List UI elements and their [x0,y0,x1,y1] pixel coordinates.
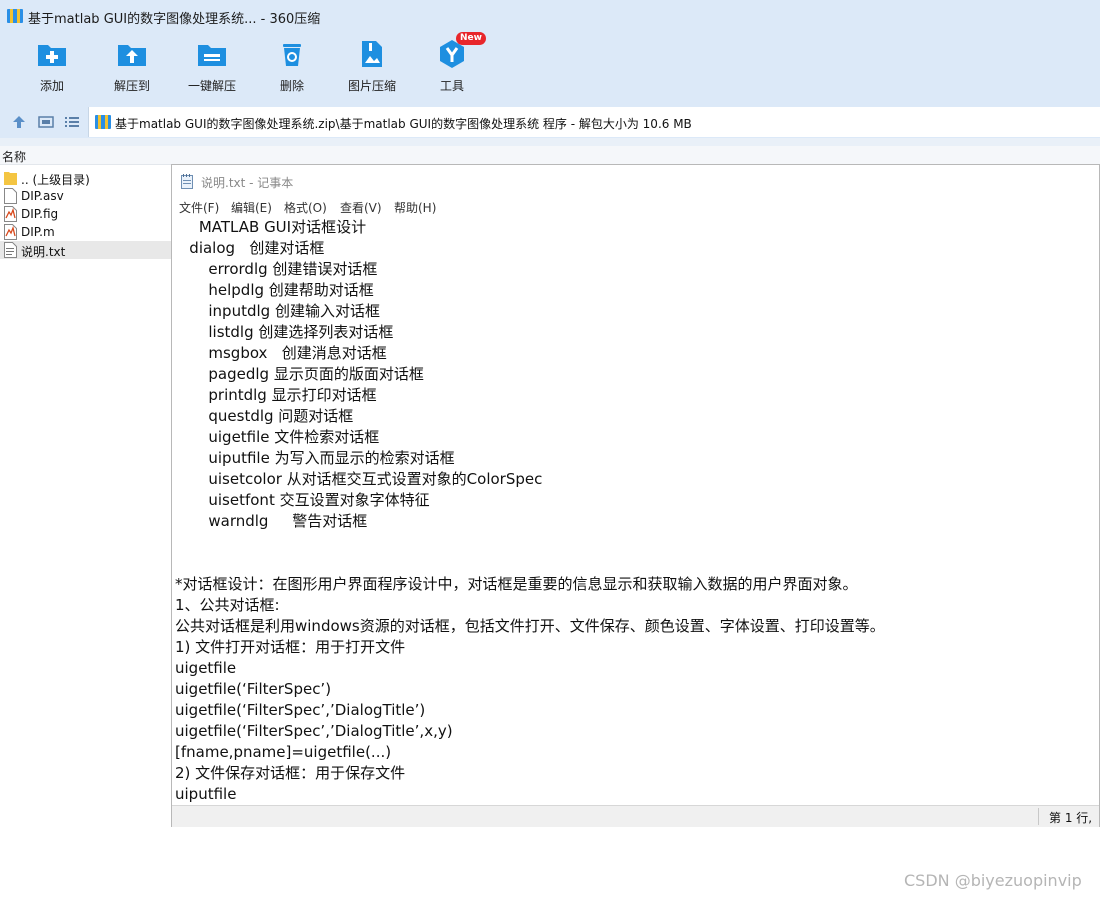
column-header[interactable]: 名称 [0,146,1100,165]
thumbnail-view-icon[interactable] [38,114,54,130]
text-line: inputdlg 创建输入对话框 [175,302,380,320]
file-name: DIP.m [21,225,55,239]
folder-icon [4,172,17,185]
column-name-label: 名称 [2,150,27,164]
delete-button[interactable]: 删除 [252,34,332,104]
watermark: CSDN @biyezuopinvip [904,871,1082,890]
menu-edit[interactable]: 编辑(E) [231,199,272,216]
archive-icon [7,9,23,23]
add-label: 添加 [39,79,64,93]
text-line: *对话框设计：在图形用户界面程序设计中，对话框是重要的信息显示和获取输入数据的用… [175,575,858,593]
window-title: 基于matlab GUI的数字图像处理系统... - 360压缩 [28,12,321,27]
status-separator [1038,808,1039,825]
text-line: helpdlg 创建帮助对话框 [175,281,374,299]
title-bar: 基于matlab GUI的数字图像处理系统... - 360压缩 [0,0,1100,34]
text-line: listdlg 创建选择列表对话框 [175,323,394,341]
menu-bar: 文件(F) 编辑(E) 格式(O) 查看(V) 帮助(H) [172,197,1099,217]
text-line: uigetfile(‘FilterSpec’,’DialogTitle’,x,y… [175,722,453,740]
list-item[interactable]: DIP.m [0,223,172,241]
file-name: DIP.asv [21,189,64,203]
notepad-icon [181,174,193,189]
file-name: DIP.fig [21,207,59,221]
extract-to-icon [118,45,146,66]
text-line: uisetfont 交互设置对象字体特征 [175,491,430,509]
notepad-title: 说明.txt - 记事本 [201,176,294,190]
text-line: questdlg 问题对话框 [175,407,354,425]
text-line: uigetfile [175,659,237,677]
text-editor[interactable]: MATLAB GUI对话框设计 dialog 创建对话框 errordlg 创建… [175,217,1095,804]
notepad-window: 说明.txt - 记事本 文件(F) 编辑(E) 格式(O) 查看(V) 帮助(… [171,164,1100,827]
tools-label: 工具 [439,79,464,93]
menu-file[interactable]: 文件(F) [179,199,219,216]
image-compress-icon [362,41,382,67]
text-line: printdlg 显示打印对话框 [175,386,377,404]
notepad-title-bar[interactable]: 说明.txt - 记事本 [172,165,1099,197]
text-line: uigetfile 文件检索对话框 [175,428,380,446]
one-click-extract-button[interactable]: 一键解压 [172,34,252,104]
file-list: .. (上级目录) DIP.asv DIP.fig DIP.m 说明.txt [0,169,172,259]
text-line: uigetfile(‘FilterSpec’,’DialogTitle’) [175,701,426,719]
text-line: uiputfile 为写入而显示的检索对话框 [175,449,455,467]
text-line: 1) 文件打开对话框：用于打开文件 [175,638,406,656]
add-button[interactable]: 添加 [12,34,92,104]
matlab-file-icon [4,224,17,240]
extract-to-label: 解压到 [113,79,150,93]
path-field[interactable]: 基于matlab GUI的数字图像处理系统.zip\基于matlab GUI的数… [88,107,1100,137]
text-line: 2) 文件保存对话框：用于保存文件 [175,764,406,782]
menu-help[interactable]: 帮助(H) [394,199,436,216]
one-click-extract-icon [198,45,226,66]
text-line: [fname,pname]=uigetfile(...) [175,743,392,761]
file-icon [4,188,17,204]
add-folder-icon [38,45,66,66]
list-item-selected[interactable]: 说明.txt [0,241,172,259]
cursor-position: 第 1 行, [1049,811,1093,825]
image-compress-label: 图片压缩 [347,79,396,93]
extract-to-button[interactable]: 解压到 [92,34,172,104]
up-arrow-icon[interactable] [11,114,27,130]
text-line: uigetfile(‘FilterSpec’) [175,680,332,698]
list-item[interactable]: DIP.asv [0,187,172,205]
status-bar: 第 1 行, [172,805,1099,827]
delete-label: 删除 [279,79,304,93]
list-item[interactable]: .. (上级目录) [0,169,172,187]
toolbar: 添加 解压到 一键解压 删除 图片压缩 工具 New [0,32,1100,106]
new-badge: New [456,32,486,45]
text-line: dialog 创建对话框 [175,239,325,257]
file-name: .. (上级目录) [21,173,90,187]
text-line: msgbox 创建消息对话框 [175,344,387,362]
image-compress-button[interactable]: 图片压缩 [332,34,412,104]
text-line: pagedlg 显示页面的版面对话框 [175,365,424,383]
archive-icon [95,115,111,129]
text-line: MATLAB GUI对话框设计 [175,218,367,236]
trash-icon [283,44,301,66]
file-name: 说明.txt [21,245,66,259]
text-line: uiputfile [175,785,237,803]
text-line: uisetcolor 从对话框交互式设置对象的ColorSpec [175,470,543,488]
address-bar: 基于matlab GUI的数字图像处理系统.zip\基于matlab GUI的数… [0,106,1100,138]
path-text: 基于matlab GUI的数字图像处理系统.zip\基于matlab GUI的数… [115,117,692,131]
menu-format[interactable]: 格式(O) [284,199,327,216]
text-line: 1、公共对话框: [175,596,280,614]
matlab-fig-icon [4,206,17,222]
text-file-icon [4,242,17,258]
text-line: warndlg 警告对话框 [175,512,368,530]
menu-view[interactable]: 查看(V) [340,199,382,216]
text-line: errordlg 创建错误对话框 [175,260,378,278]
text-line: 公共对话框是利用windows资源的对话框，包括文件打开、文件保存、颜色设置、字… [175,617,885,635]
list-item[interactable]: DIP.fig [0,205,172,223]
list-view-icon[interactable] [64,114,80,130]
one-click-extract-label: 一键解压 [187,79,236,93]
divider [0,138,1100,146]
